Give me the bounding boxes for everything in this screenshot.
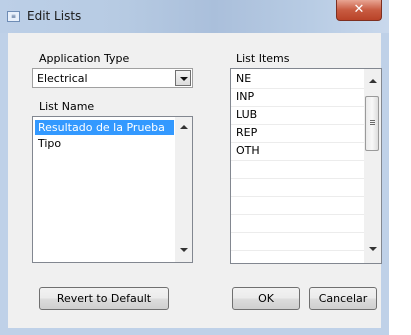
revert-to-default-button[interactable]: Revert to Default <box>39 287 169 310</box>
application-type-select[interactable]: Electrical <box>32 68 193 88</box>
edit-lists-window: ≡ Edit Lists ✕ Application Type Electric… <box>0 0 389 335</box>
scroll-thumb[interactable] <box>365 96 379 151</box>
application-type-value: Electrical <box>37 72 88 85</box>
list-name-scrollbar[interactable] <box>175 117 192 262</box>
list-name-label: List Name <box>39 100 95 113</box>
list-item[interactable]: INP <box>233 89 254 104</box>
scroll-up-icon[interactable] <box>180 125 188 129</box>
list-item[interactable]: Resultado de la Prueba <box>35 120 174 135</box>
row-divider <box>231 160 364 161</box>
list-items-scrollbar[interactable] <box>364 69 381 263</box>
row-divider <box>231 214 364 215</box>
list-items-label: List Items <box>236 52 290 65</box>
list-item[interactable]: REP <box>233 125 257 140</box>
title-bar[interactable]: ≡ Edit Lists ✕ <box>0 0 389 33</box>
grip-line <box>370 124 375 125</box>
list-items-listbox[interactable]: NE INP LUB REP OTH <box>230 68 382 264</box>
scroll-down-icon[interactable] <box>369 247 377 251</box>
list-item[interactable]: NE <box>233 71 251 86</box>
list-item[interactable]: Tipo <box>35 136 61 151</box>
row-divider <box>231 232 364 233</box>
app-icon: ≡ <box>7 11 20 22</box>
application-type-label: Application Type <box>39 52 130 65</box>
window-frame-left <box>0 33 8 328</box>
scroll-down-icon[interactable] <box>180 248 188 252</box>
chevron-down-icon <box>180 77 188 81</box>
cancel-button[interactable]: Cancelar <box>309 287 377 310</box>
close-button[interactable]: ✕ <box>336 0 382 21</box>
grip-line <box>370 120 375 121</box>
ok-button[interactable]: OK <box>232 287 300 310</box>
row-divider <box>231 250 364 251</box>
row-divider <box>231 196 364 197</box>
window-frame-bottom <box>0 328 389 335</box>
scroll-up-icon[interactable] <box>369 79 377 83</box>
list-item[interactable]: OTH <box>233 143 260 158</box>
window-frame-right <box>381 33 389 328</box>
close-icon: ✕ <box>353 2 365 17</box>
dropdown-button[interactable] <box>175 70 191 86</box>
list-name-listbox[interactable]: Resultado de la Prueba Tipo <box>32 116 193 263</box>
grip-line <box>370 122 375 123</box>
list-item[interactable]: LUB <box>233 107 257 122</box>
window-title: Edit Lists <box>27 9 82 23</box>
row-divider <box>231 178 364 179</box>
